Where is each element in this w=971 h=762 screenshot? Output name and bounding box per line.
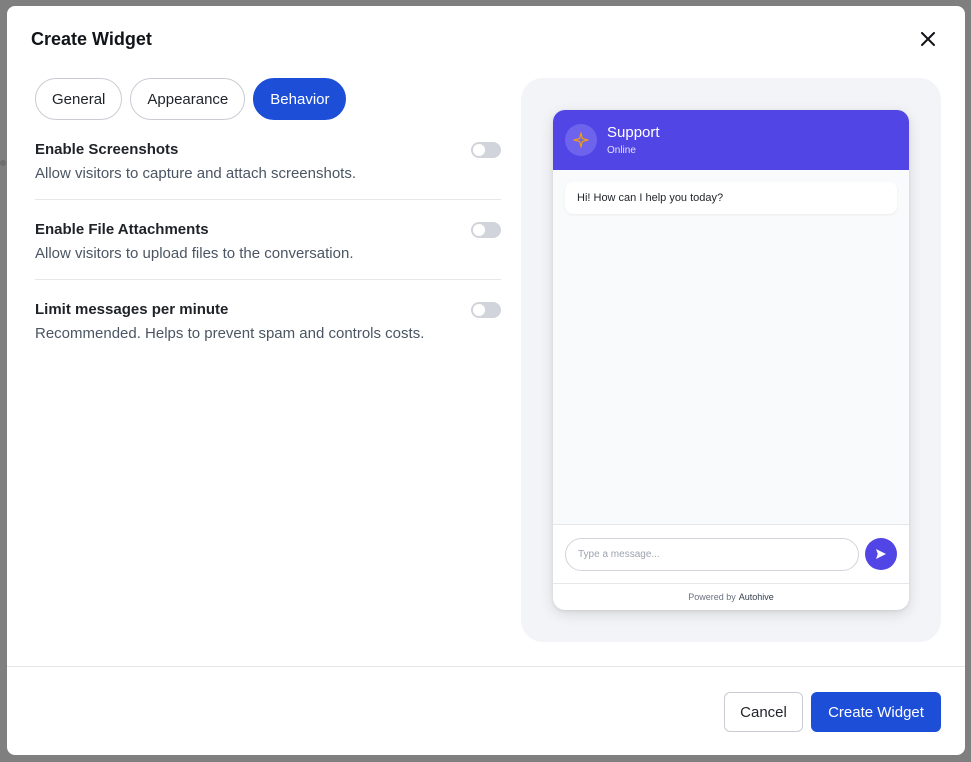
chat-header-status: Online — [607, 145, 636, 156]
powered-by-footer: Powered by Autohive — [553, 584, 909, 610]
toggle-knob — [473, 304, 485, 316]
widget-preview-panel: Support Online Hi! How can I help you to… — [521, 78, 941, 642]
message-input[interactable]: Type a message... — [565, 538, 859, 571]
enable-file-attachments-toggle[interactable] — [471, 222, 501, 238]
setting-limit-messages: Limit messages per minute Recommended. H… — [35, 280, 501, 360]
chat-avatar — [565, 124, 597, 156]
chat-messages: Hi! How can I help you today? — [553, 170, 909, 524]
powered-by-label: Powered by — [688, 592, 736, 602]
sparkle-icon — [573, 132, 589, 148]
setting-description: Allow visitors to capture and attach scr… — [35, 165, 356, 182]
cancel-button[interactable]: Cancel — [724, 692, 803, 732]
enable-screenshots-toggle[interactable] — [471, 142, 501, 158]
tab-bar: General Appearance Behavior — [35, 78, 347, 120]
toggle-knob — [473, 144, 485, 156]
welcome-message-bubble: Hi! How can I help you today? — [565, 182, 897, 214]
behavior-settings: Enable Screenshots Allow visitors to cap… — [35, 136, 501, 360]
chat-header: Support Online — [553, 110, 909, 170]
tab-appearance[interactable]: Appearance — [130, 78, 246, 120]
setting-title: Enable File Attachments — [35, 221, 209, 238]
toggle-knob — [473, 224, 485, 236]
close-icon — [921, 32, 935, 46]
setting-title: Enable Screenshots — [35, 141, 179, 158]
setting-title: Limit messages per minute — [35, 301, 229, 318]
dialog-footer: Cancel Create Widget — [7, 666, 965, 755]
chat-header-title: Support — [607, 124, 660, 141]
chat-widget-preview: Support Online Hi! How can I help you to… — [553, 110, 909, 610]
powered-by-brand[interactable]: Autohive — [739, 592, 774, 602]
send-button[interactable] — [865, 538, 897, 570]
setting-description: Allow visitors to upload files to the co… — [35, 245, 354, 262]
tab-general[interactable]: General — [35, 78, 123, 120]
backdrop — [0, 160, 6, 166]
limit-messages-toggle[interactable] — [471, 302, 501, 318]
dialog-title: Create Widget — [31, 29, 152, 49]
dialog-header: Create Widget — [31, 28, 941, 50]
setting-enable-file-attachments: Enable File Attachments Allow visitors t… — [35, 200, 501, 280]
create-widget-button[interactable]: Create Widget — [811, 692, 941, 732]
create-widget-dialog: Create Widget General Appearance Behavio… — [7, 6, 965, 755]
tab-behavior[interactable]: Behavior — [253, 78, 347, 120]
setting-enable-screenshots: Enable Screenshots Allow visitors to cap… — [35, 136, 501, 200]
setting-description: Recommended. Helps to prevent spam and c… — [35, 325, 425, 342]
send-icon — [876, 549, 886, 559]
close-button[interactable] — [915, 26, 941, 52]
chat-composer: Type a message... — [553, 524, 909, 584]
